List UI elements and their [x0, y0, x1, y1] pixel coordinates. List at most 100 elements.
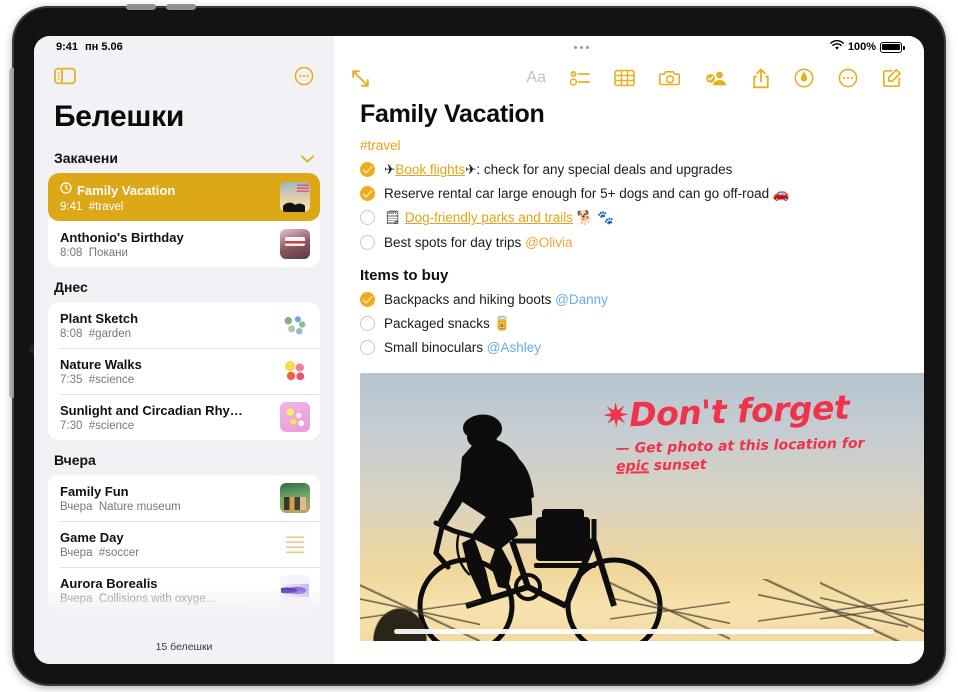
list-item[interactable]: Plant Sketch 8:08 #garden — [48, 302, 320, 348]
checklist-text: Best spots for day trips @Olivia — [384, 234, 573, 252]
status-bar-left: 9:41 пн 5.06 — [34, 36, 334, 58]
list-item[interactable]: Aurora Borealis Вчера Collisions with ox… — [48, 567, 320, 613]
section-label: Вчера — [54, 452, 96, 468]
note-thumbnail — [280, 182, 310, 212]
note-title: Game Day — [60, 529, 124, 545]
more-ellipsis-circle-icon[interactable] — [294, 66, 314, 91]
note-row-text: Family Fun Вчера Nature museum — [60, 484, 272, 513]
dog-parks-link[interactable]: Dog-friendly parks and trails — [405, 210, 573, 225]
list-item[interactable]: Anthonio's Birthday 8:08 Покани — [48, 221, 320, 267]
chevron-down-icon[interactable] — [301, 150, 314, 166]
list-item[interactable]: Family Fun Вчера Nature museum — [48, 475, 320, 521]
markup-pen-icon[interactable] — [794, 68, 814, 88]
note-title: Nature Walks — [60, 356, 142, 372]
pin-clock-icon — [60, 181, 72, 199]
sidebar-toggle-icon[interactable] — [54, 67, 76, 90]
checklist-label: Packaged snacks — [384, 316, 494, 332]
note-row-text: Game Day Вчера #soccer — [60, 530, 272, 559]
list-item[interactable]: Nature Walks 7:35 #science — [48, 348, 320, 394]
multitask-handle-icon[interactable] — [574, 45, 590, 49]
note-title: Aurora Borealis — [60, 575, 158, 591]
checkbox-checked-icon[interactable] — [360, 291, 375, 307]
note-row-text: Sunlight and Circadian Rhy… 7:30 #scienc… — [60, 403, 272, 432]
mention-danny[interactable]: @Danny — [555, 292, 608, 307]
checkbox-checked-icon[interactable] — [360, 162, 375, 177]
checklist-label: Backpacks and hiking boots — [384, 291, 556, 307]
page-title: Белешки — [54, 100, 184, 133]
note-toolbar: Aa — [334, 58, 924, 98]
airplane-icon: ✈ — [465, 162, 477, 177]
section-header-today: Днес — [48, 271, 320, 302]
note-hashtag[interactable]: #travel — [360, 138, 898, 158]
note-title: Family Vacation — [77, 182, 176, 198]
checklist-item[interactable]: Packaged snacks 🥫 — [360, 312, 898, 336]
cyclist-sunset-photo[interactable]: ✷Don't forget — Get photo at this locati… — [360, 372, 924, 641]
airplane-icon: ✈ — [384, 162, 396, 177]
dog-paw-icons: 🐕 🐾 — [572, 210, 615, 226]
checklist-item[interactable]: Small binoculars @Ashley — [360, 336, 898, 360]
section-header-yesterday: Вчера — [48, 444, 320, 475]
notes-sidebar: Белешки Закачени Family Vacation 9:41 #t… — [34, 58, 334, 664]
mention-olivia[interactable]: @Olivia — [525, 235, 572, 250]
note-detail-pane: Aa Family Vacation #travel ✈Book flights… — [334, 58, 924, 664]
notes-count-footer: 15 белешки — [34, 630, 334, 664]
status-date: пн 5.06 — [85, 41, 123, 53]
note-row-text: Family Vacation 9:41 #travel — [60, 181, 272, 213]
canned-food-icon: 🥫 — [493, 316, 511, 332]
format-aa-icon[interactable]: Aa — [526, 70, 546, 86]
sidebar-scroll-area[interactable]: Белешки Закачени Family Vacation 9:41 #t… — [34, 98, 334, 630]
wifi-icon — [829, 40, 844, 54]
compose-new-note-icon[interactable] — [882, 68, 902, 88]
mention-ashley[interactable]: @Ashley — [487, 340, 541, 355]
note-row-head: Family Vacation — [60, 181, 272, 199]
note-subtitle: 7:30 #science — [60, 419, 135, 432]
checklist-rest-text: : check for any special deals and upgrad… — [476, 162, 733, 177]
note-subtitle: 8:08 #garden — [60, 327, 131, 340]
checklist-item[interactable]: Reserve rental car large enough for 5+ d… — [360, 182, 898, 206]
section-header-pinned[interactable]: Закачени — [48, 142, 320, 173]
list-item[interactable]: Sunlight and Circadian Rhy… 7:30 #scienc… — [48, 394, 320, 440]
note-text-block: Family Vacation #travel ✈Book flights✈: … — [334, 98, 924, 361]
note-content[interactable]: Family Vacation #travel ✈Book flights✈: … — [334, 98, 924, 664]
list-item[interactable]: Family Vacation 9:41 #travel — [48, 173, 320, 221]
book-flights-link[interactable]: Book flights — [395, 162, 465, 177]
checklist-text: Small binoculars @Ashley — [384, 339, 541, 357]
car-icon: 🚗 — [772, 186, 790, 202]
list-item[interactable]: Game Day Вчера #soccer — [48, 521, 320, 567]
collaborate-person-icon[interactable] — [705, 69, 728, 87]
note-subtitle: Вчера Collisions with oxyge… — [60, 592, 218, 605]
checklist-label: Reserve rental car large enough for 5+ d… — [384, 186, 773, 202]
checkbox-checked-icon[interactable] — [360, 186, 375, 202]
note-thumbnail — [280, 310, 310, 340]
checkbox-unchecked-icon[interactable] — [360, 234, 375, 250]
share-icon[interactable] — [752, 68, 770, 89]
checklist-icon[interactable] — [569, 69, 590, 87]
camera-icon[interactable] — [659, 69, 681, 87]
note-title: Sunlight and Circadian Rhy… — [60, 402, 243, 418]
note-card-icon: 🗒 — [384, 210, 402, 226]
checklist-item[interactable]: 🗒 Dog-friendly parks and trails 🐕 🐾 — [360, 206, 898, 230]
note-thumbnail — [280, 356, 310, 386]
section-label: Днес — [54, 279, 88, 295]
volume-up-button[interactable] — [126, 4, 156, 10]
expand-arrows-icon[interactable] — [350, 68, 371, 89]
ipad-device-frame: 9:41 пн 5.06 100% Белешки Закачени Famil… — [9, 4, 944, 684]
note-row-text: Aurora Borealis Вчера Collisions with ox… — [60, 576, 272, 605]
volume-down-button[interactable] — [166, 4, 196, 10]
checklist-item[interactable]: Backpacks and hiking boots @Danny — [360, 288, 898, 312]
horizontal-scrollbar[interactable] — [394, 628, 874, 634]
table-icon[interactable] — [614, 69, 635, 87]
checklist-item[interactable]: ✈Book flights✈: check for any special de… — [360, 158, 898, 182]
note-thumbnail — [280, 483, 310, 513]
battery-icon — [880, 41, 905, 53]
checkbox-unchecked-icon[interactable] — [360, 340, 375, 356]
checkbox-unchecked-icon[interactable] — [360, 316, 375, 332]
checklist-item[interactable]: Best spots for day trips @Olivia — [360, 231, 898, 255]
more-ellipsis-circle-icon[interactable] — [838, 68, 858, 88]
status-bar-center — [334, 36, 830, 58]
checklist-label: Best spots for day trips — [384, 234, 526, 250]
battery-percent-label: 100% — [847, 41, 876, 53]
checklist-text: 🗒 Dog-friendly parks and trails 🐕 🐾 — [384, 209, 614, 227]
checkbox-unchecked-icon[interactable] — [360, 210, 375, 226]
section-label: Закачени — [54, 150, 118, 166]
